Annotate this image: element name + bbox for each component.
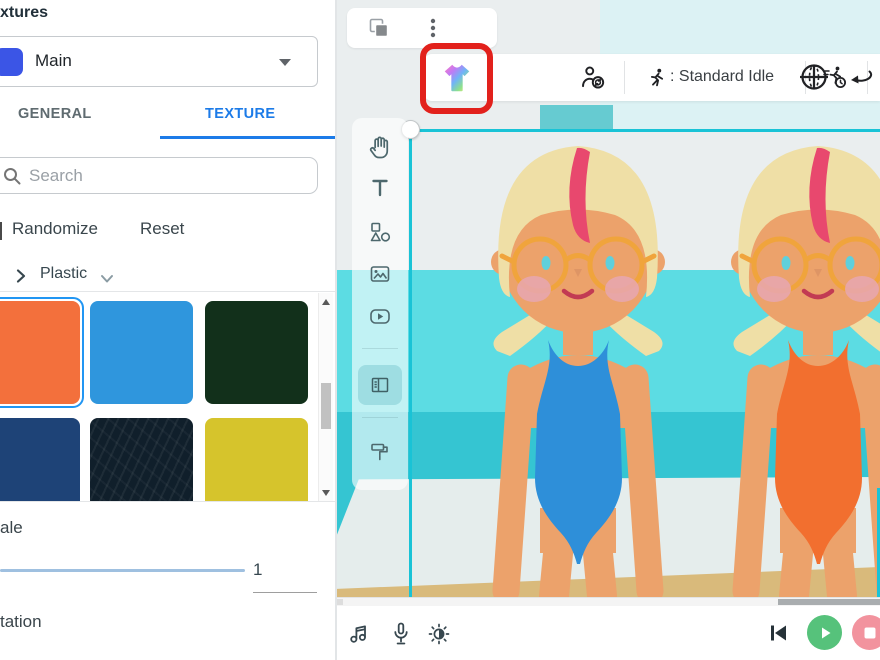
scale-value-input[interactable]: 1 bbox=[253, 560, 317, 580]
scale-label: ale bbox=[0, 518, 23, 538]
texture-swatch[interactable] bbox=[0, 418, 80, 502]
rotate-view-button[interactable] bbox=[843, 62, 875, 92]
text-tool-button[interactable] bbox=[366, 174, 394, 202]
video-tool-button[interactable] bbox=[366, 302, 394, 330]
hand-icon bbox=[367, 135, 393, 161]
layer-color-swatch bbox=[0, 48, 23, 76]
scrollbar-thumb[interactable] bbox=[778, 599, 880, 605]
layer-dropdown[interactable]: Main bbox=[0, 36, 318, 87]
duplicate-button[interactable] bbox=[365, 14, 393, 42]
randomize-button[interactable]: Randomize bbox=[12, 219, 98, 239]
kebab-menu-icon bbox=[421, 16, 445, 40]
chevron-down-icon bbox=[98, 270, 116, 288]
skip-to-start-button[interactable] bbox=[764, 619, 792, 647]
scrollbar-thumb[interactable] bbox=[321, 383, 331, 429]
texture-swatch[interactable] bbox=[205, 301, 308, 404]
play-button[interactable] bbox=[807, 615, 842, 650]
selection-box-top-edge bbox=[410, 129, 880, 132]
rail-divider bbox=[362, 348, 398, 349]
swap-character-button[interactable] bbox=[576, 62, 610, 94]
playback-bar bbox=[337, 606, 880, 660]
tab-general[interactable]: GENERAL bbox=[18, 106, 92, 122]
side-panel-icon bbox=[368, 373, 392, 397]
texture-swatch bbox=[0, 301, 80, 404]
play-icon bbox=[817, 625, 833, 641]
search-input[interactable] bbox=[29, 162, 299, 189]
selection-box-right-edge bbox=[877, 488, 880, 597]
texture-swatch[interactable] bbox=[90, 418, 193, 502]
character-left bbox=[491, 146, 665, 596]
canvas-tool-rail bbox=[352, 118, 408, 490]
panel-tool-button[interactable] bbox=[366, 371, 394, 399]
texture-swatch-grid bbox=[0, 291, 335, 502]
scrollbar-corner bbox=[337, 599, 343, 605]
canvas-mini-toolbar bbox=[347, 8, 497, 48]
rail-divider bbox=[362, 417, 398, 418]
image-tool-button[interactable] bbox=[366, 260, 394, 288]
shapes-tool-button[interactable] bbox=[366, 218, 394, 246]
texture-swatch-selected[interactable] bbox=[0, 297, 84, 408]
paint-roller-icon bbox=[368, 440, 392, 464]
brightness-button[interactable] bbox=[425, 620, 453, 648]
tab-texture[interactable]: TEXTURE bbox=[205, 106, 275, 122]
rainbow-tshirt-icon bbox=[440, 61, 474, 95]
reset-button[interactable]: Reset bbox=[140, 219, 184, 239]
randomize-icon bbox=[0, 222, 2, 240]
video-icon bbox=[368, 304, 392, 328]
music-note-icon bbox=[347, 622, 371, 646]
person-swap-icon bbox=[580, 65, 606, 91]
toolbar-divider bbox=[624, 61, 625, 94]
chevron-right-icon bbox=[12, 267, 30, 285]
image-icon bbox=[368, 262, 392, 286]
animation-name-label[interactable]: : Standard Idle bbox=[670, 68, 774, 86]
active-tab-underline bbox=[160, 136, 335, 139]
app-window: xtures Main GENERAL TEXTURE Randomize Re… bbox=[0, 0, 880, 660]
chevron-down-icon bbox=[279, 59, 291, 66]
stop-button[interactable] bbox=[852, 615, 880, 650]
character-right bbox=[731, 146, 880, 596]
runner-icon bbox=[646, 67, 668, 89]
swatch-scrollbar[interactable] bbox=[318, 293, 333, 502]
gyro-sphere-button[interactable] bbox=[797, 60, 831, 94]
scroll-up-arrow[interactable] bbox=[322, 299, 330, 305]
scene-canvas[interactable]: : Standard Idle bbox=[337, 0, 880, 597]
music-button[interactable] bbox=[345, 620, 373, 648]
material-group-label: Plastic bbox=[40, 265, 87, 283]
animation-button[interactable] bbox=[644, 64, 670, 92]
sphere-axes-icon bbox=[799, 62, 829, 92]
paint-roller-tool-button[interactable] bbox=[366, 438, 394, 466]
texture-swatch[interactable] bbox=[205, 418, 308, 502]
text-icon bbox=[368, 176, 392, 200]
rotation-label: tation bbox=[0, 612, 42, 632]
scale-input-underline bbox=[253, 592, 317, 593]
stop-icon bbox=[863, 626, 877, 640]
texture-panel: xtures Main GENERAL TEXTURE Randomize Re… bbox=[0, 0, 335, 660]
texture-tool-button[interactable] bbox=[438, 59, 476, 97]
panel-title: xtures bbox=[0, 4, 48, 22]
orbit-arrow-icon bbox=[845, 64, 873, 90]
canvas-horizontal-scrollbar[interactable] bbox=[337, 597, 880, 606]
duplicate-icon bbox=[367, 16, 391, 40]
brightness-icon bbox=[427, 622, 451, 646]
pan-tool-button[interactable] bbox=[366, 134, 394, 162]
microphone-icon bbox=[389, 621, 413, 647]
skip-previous-icon bbox=[765, 620, 791, 646]
layer-dropdown-value: Main bbox=[35, 51, 72, 71]
microphone-button[interactable] bbox=[387, 619, 415, 649]
shapes-icon bbox=[368, 220, 392, 244]
selection-box-left-edge bbox=[409, 129, 412, 597]
more-options-button[interactable] bbox=[419, 14, 447, 42]
texture-swatch[interactable] bbox=[90, 301, 193, 404]
search-icon bbox=[2, 166, 24, 188]
search-box bbox=[0, 157, 318, 194]
scroll-down-arrow[interactable] bbox=[322, 490, 330, 496]
scale-slider[interactable] bbox=[0, 569, 245, 572]
